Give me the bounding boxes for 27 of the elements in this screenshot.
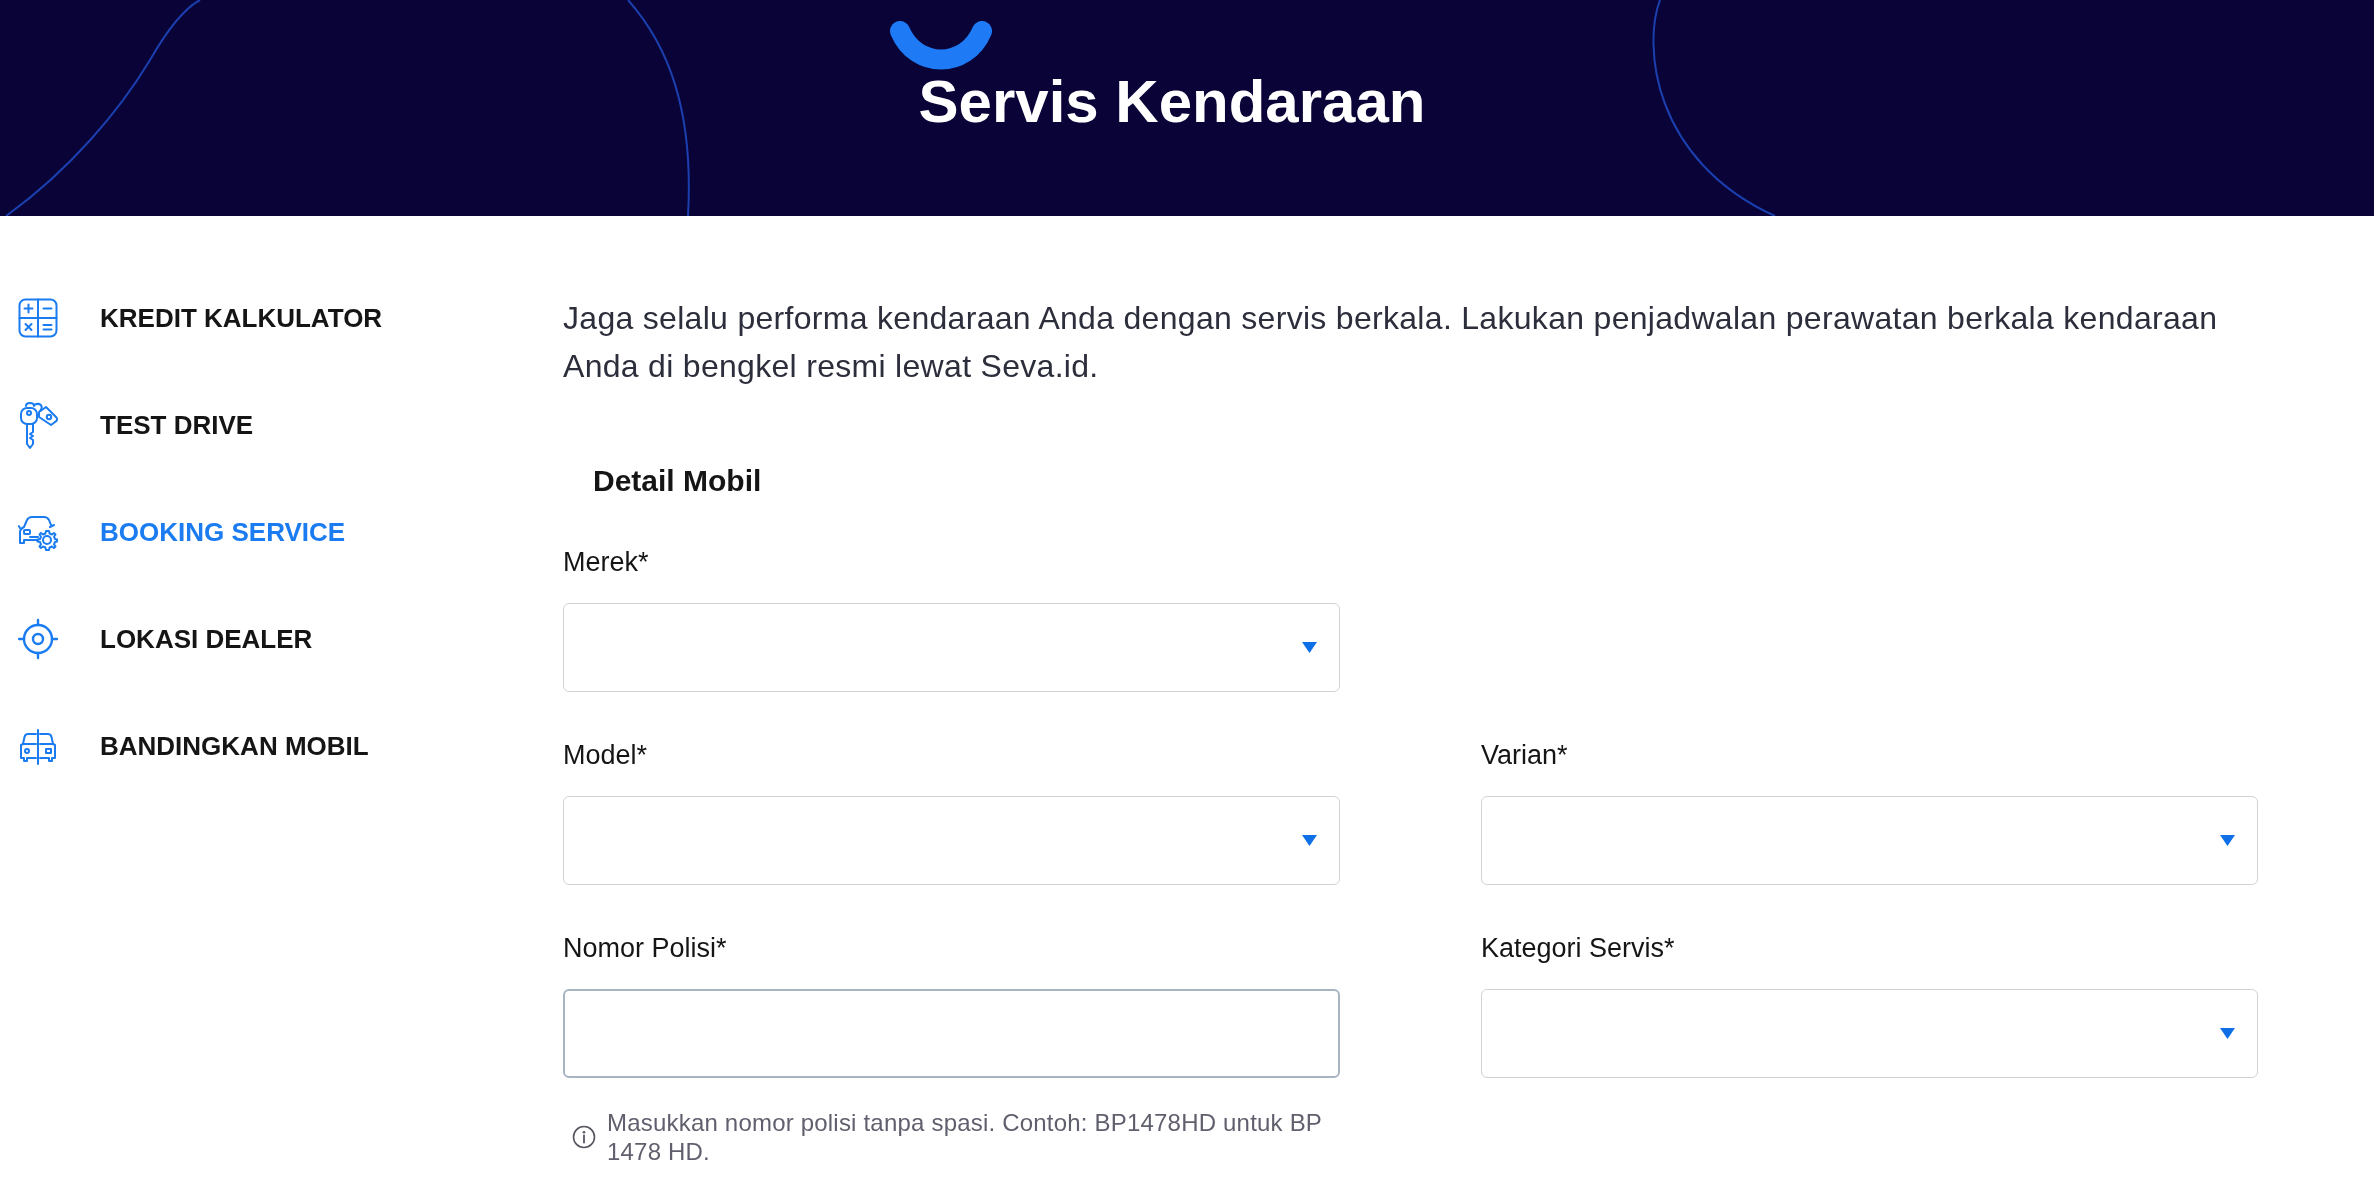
caret-icon [2220,835,2235,846]
section-title: Detail Mobil [593,463,762,499]
caret-icon [1302,835,1317,846]
field-label: Merek* [563,546,649,579]
field-label: Nomor Polisi* [563,932,727,965]
sidebar-item[interactable]: TEST DRIVE [18,403,254,447]
dropdown-field[interactable] [1481,989,2258,1078]
calculator-icon [18,296,58,340]
dropdown-field[interactable] [1481,796,2258,885]
sidebar-item[interactable]: LOKASI DEALER [18,617,313,661]
field-label: Model* [563,739,648,772]
caret-icon [1302,642,1317,653]
info-icon [572,1125,596,1149]
input-field[interactable] [563,989,1340,1078]
dropdown-field[interactable] [563,603,1340,692]
page-title: Servis Kendaraan [918,72,1426,132]
keys-icon [18,400,58,450]
hint-text: Masukkan nomor polisi tanpa spasi. Contoh: BP1478HD untuk BP 1478 HD. [607,1108,1323,1166]
location-target-icon [18,617,58,661]
field-label: Kategori Servis* [1481,932,1675,965]
sidebar-item[interactable]: KREDIT KALKULATOR [18,296,383,340]
dropdown-field[interactable] [563,796,1340,885]
field-label: Varian* [1481,739,1568,772]
sidebar-item[interactable]: BANDINGKAN MOBIL [18,724,369,768]
sidebar-item[interactable]: BOOKING SERVICE [18,510,346,554]
caret-icon [2220,1028,2235,1039]
intro-text: Jaga selalu performa kendaraan Anda dengan servis berkala. Lakukan penjadwalan perawatan berkala kendaraan Anda di bengkel resmi lewat Seva.id. [563,299,2219,386]
